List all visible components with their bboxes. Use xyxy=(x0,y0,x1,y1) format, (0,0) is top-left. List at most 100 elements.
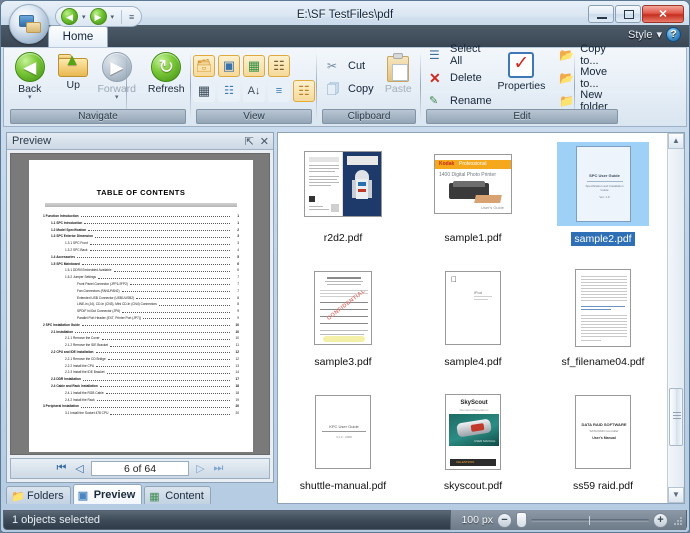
tab-home[interactable]: Home xyxy=(48,25,108,48)
qat-forward-chevron-down-icon[interactable]: ▾ xyxy=(109,13,117,21)
next-page-button[interactable]: ▷ xyxy=(194,462,207,475)
help-icon[interactable]: ? xyxy=(666,27,681,42)
file-item[interactable]: Kodak Professional 1400 Digital Photo Prin… xyxy=(408,133,538,257)
page-indicator[interactable]: 6 of 64 xyxy=(91,461,189,476)
file-item[interactable]: iPod sample4.pdf xyxy=(408,257,538,381)
ribbon-divider-3 xyxy=(420,52,421,120)
sidebar-tab-content[interactable]: ▦ Content xyxy=(144,486,211,504)
file-thumbnail-container[interactable]: DATA RAID SOFTWARE SATA RAID Controller Us… xyxy=(557,390,649,474)
chevron-down-icon[interactable]: ▾ xyxy=(656,28,662,41)
maximize-button[interactable] xyxy=(615,5,641,23)
refresh-button[interactable]: ↻ Refresh xyxy=(145,50,189,105)
toc-leader xyxy=(80,214,230,218)
file-item[interactable]: SkyScout Personal Planetarium USER MANUAL C… xyxy=(408,381,538,505)
file-name-label[interactable]: ss59 raid.pdf xyxy=(573,480,633,492)
pin-icon[interactable]: ⇱ xyxy=(245,134,254,150)
zoom-out-button[interactable]: − xyxy=(497,512,512,528)
file-name-label[interactable]: sample1.pdf xyxy=(444,232,501,244)
toc-entry: 1.3.2 SPC Back 4 xyxy=(43,248,239,252)
file-thumbnail-container[interactable]: Kodak Professional 1400 Digital Photo Prin… xyxy=(427,142,519,226)
file-item[interactable]: KPC User Guide V1.0 - 2008 shuttle-manual.… xyxy=(278,381,408,505)
qat-customize-icon[interactable]: ≡ xyxy=(127,12,136,22)
close-button[interactable]: ✕ xyxy=(642,5,684,23)
file-thumbnail-container[interactable] xyxy=(557,266,649,350)
view-table-icon[interactable]: ▦ xyxy=(193,80,215,102)
file-name-label[interactable]: sample4.pdf xyxy=(444,356,501,368)
style-label[interactable]: Style xyxy=(628,29,652,41)
scissors-icon: ✂ xyxy=(327,59,338,73)
file-list-pane[interactable]: r2d2.pdf Kodak Professional 1400 Digital Ph… xyxy=(277,132,685,504)
zoom-slider-handle[interactable] xyxy=(516,512,527,528)
first-page-button[interactable]: ⏮ xyxy=(55,462,68,475)
file-name-label[interactable]: r2d2.pdf xyxy=(324,232,363,244)
resize-grip-icon[interactable] xyxy=(673,517,683,527)
delete-button[interactable]: ✕ Delete xyxy=(426,68,495,88)
file-thumbnail-container[interactable]: SkyScout Personal Planetarium USER MANUAL C… xyxy=(427,390,519,474)
zoom-in-button[interactable]: + xyxy=(653,512,668,528)
file-name-label[interactable]: sf_filename04.pdf xyxy=(562,356,645,368)
view-tiles-icon[interactable]: ▦ xyxy=(243,55,265,77)
view-filmstrip-icon[interactable]: 🗃 xyxy=(193,55,215,77)
toc-leader xyxy=(110,412,230,415)
scroll-down-button[interactable]: ▼ xyxy=(668,487,684,503)
scrollbar-thumb[interactable] xyxy=(669,388,683,446)
file-name-label[interactable]: shuttle-manual.pdf xyxy=(300,480,386,492)
file-item[interactable]: sf_filename04.pdf xyxy=(538,257,668,381)
view-icons-row-2: ▦ ☷ A↓ ≡ ☷ xyxy=(193,80,315,102)
close-icon[interactable]: ✕ xyxy=(260,134,269,150)
cut-button[interactable]: ✂ Cut xyxy=(324,56,377,76)
view-thumbnails-icon[interactable]: ▣ xyxy=(218,55,240,77)
file-item[interactable]: CONFIDENTIAL sample3.pdf xyxy=(278,257,408,381)
file-name-label[interactable]: skyscout.pdf xyxy=(444,480,502,492)
file-item[interactable]: DATA RAID SOFTWARE SATA RAID Controller Us… xyxy=(538,381,668,505)
rename-button[interactable]: ✎ Rename xyxy=(426,91,495,111)
qat-back-icon[interactable]: ◀ xyxy=(61,8,78,25)
application-orb-button[interactable] xyxy=(9,4,49,44)
paste-button[interactable]: Paste xyxy=(379,50,418,105)
view-large-icons-icon[interactable]: ☷ xyxy=(293,80,315,102)
toc-entry-page: 18 xyxy=(235,390,239,395)
toc-entry-text: 2.1.2 Remove the IDE Bracket xyxy=(65,343,109,348)
scroll-up-button[interactable]: ▲ xyxy=(668,133,684,149)
view-sort-icon[interactable]: A↓ xyxy=(243,80,265,102)
back-chevron-down-icon[interactable]: ▾ xyxy=(28,94,32,101)
sidebar-tab-preview[interactable]: ▣ Preview xyxy=(72,484,143,504)
file-item[interactable]: SPC User Guide Specification and Installa… xyxy=(538,133,668,257)
minimize-button[interactable] xyxy=(588,5,614,23)
left-pane-tabs: 📁 Folders ▣ Preview ▦ Content xyxy=(6,484,274,504)
file-name-label[interactable]: sample3.pdf xyxy=(314,356,371,368)
forward-chevron-down-icon[interactable]: ▾ xyxy=(115,94,119,101)
sidebar-tab-folders[interactable]: 📁 Folders xyxy=(6,486,71,504)
new-folder-button[interactable]: 📁 New folder xyxy=(556,89,620,113)
file-thumbnail-container[interactable] xyxy=(297,142,389,226)
view-list-icon[interactable]: ☷ xyxy=(218,80,240,102)
zoom-slider-track[interactable] xyxy=(531,515,649,525)
toc-entry-text: 1.3.2 SPC Back xyxy=(65,247,88,252)
file-thumbnail-container[interactable]: CONFIDENTIAL xyxy=(297,266,389,350)
forward-button[interactable]: ▶ Forward ▾ xyxy=(95,50,139,105)
last-page-button[interactable]: ⏭ xyxy=(212,462,225,475)
view-details-grid-icon[interactable]: ☷ xyxy=(268,55,290,77)
qat-back-chevron-down-icon[interactable]: ▾ xyxy=(80,13,88,21)
file-thumbnail-container[interactable]: KPC User Guide V1.0 - 2008 xyxy=(297,390,389,474)
previous-page-button[interactable]: ◁ xyxy=(73,462,86,475)
qat-forward-icon[interactable]: ▶ xyxy=(89,8,107,25)
file-thumbnail-container[interactable]: SPC User Guide Specification and Installa… xyxy=(557,142,649,226)
view-group-icon[interactable]: ≡ xyxy=(268,80,290,102)
file-pane-scrollbar[interactable]: ▲ ▼ xyxy=(667,133,684,503)
select-all-button[interactable]: ☰ Select All xyxy=(426,43,495,67)
back-button[interactable]: ◀ Back ▾ xyxy=(8,50,52,105)
toc-entry-text: 2.1.1 Remove the Cover xyxy=(65,336,100,341)
preview-canvas[interactable]: TABLE OF CONTENTS 1 Function Introductio… xyxy=(10,153,270,455)
preview-page-navigation: ⏮ ◁ 6 of 64 ▷ ⏭ xyxy=(10,458,270,479)
toc-entry-page: 10 xyxy=(235,336,239,341)
up-button[interactable]: ▲ Up xyxy=(52,50,96,105)
file-thumbnail-container[interactable]: iPod xyxy=(427,266,519,350)
file-name-label[interactable]: sample2.pdf xyxy=(571,232,635,246)
properties-button[interactable]: ✓ Properties xyxy=(497,50,547,105)
move-to-button[interactable]: 📂 Move to... xyxy=(556,66,620,90)
window-controls: ✕ xyxy=(588,5,684,23)
copy-to-button[interactable]: 📂 Copy to... xyxy=(556,43,620,67)
file-item[interactable]: r2d2.pdf xyxy=(278,133,408,257)
copy-button[interactable]: 🗍 Copy xyxy=(324,79,377,99)
